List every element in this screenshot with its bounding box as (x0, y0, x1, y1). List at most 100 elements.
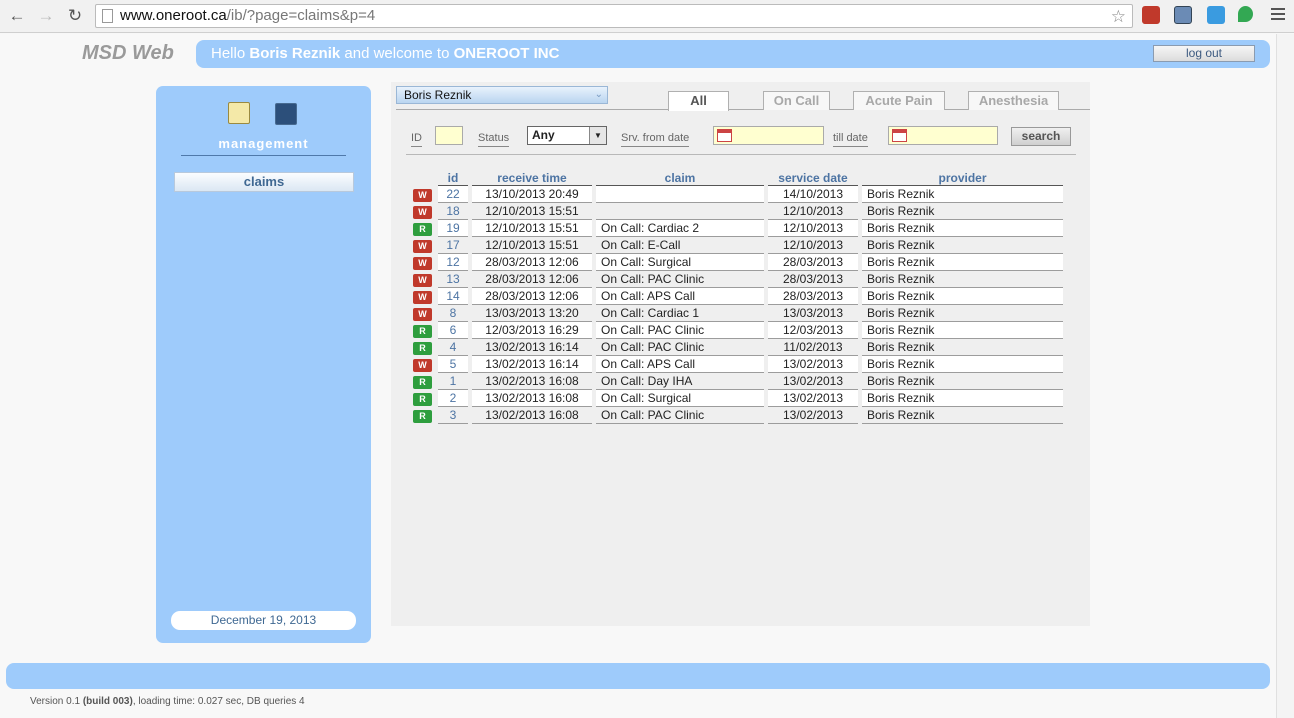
footer-version-text: Version 0.1 (build 003), loading time: 0… (30, 696, 305, 707)
table-row[interactable]: R 19 12/10/2013 15:51 On Call: Cardiac 2 12/… (413, 220, 1063, 237)
table-row[interactable]: W 14 28/03/2013 12:06 On Call: APS Call 28/0… (413, 288, 1063, 305)
claim-id-link[interactable]: 12 (438, 254, 468, 271)
logout-button[interactable]: log out (1153, 45, 1255, 62)
tab-anesthesia[interactable]: Anesthesia (968, 91, 1059, 110)
sidebar: management claims December 19, 2013 (156, 86, 371, 643)
user-select[interactable]: Boris Reznik ⌄ (396, 86, 608, 104)
tab-acute-pain[interactable]: Acute Pain (853, 91, 945, 110)
footer-version: Version 0.1 (30, 696, 83, 707)
page-scrollbar[interactable] (1276, 34, 1294, 718)
id-filter-input[interactable] (435, 126, 463, 145)
status-badge[interactable]: W (413, 359, 432, 372)
badge-column-header (413, 172, 434, 186)
status-badge[interactable]: W (413, 291, 432, 304)
reload-icon[interactable]: ↻ (64, 6, 86, 26)
extension-calendar-icon[interactable] (1174, 6, 1192, 24)
table-row[interactable]: W 18 12/10/2013 15:51 12/10/2013 Boris Rezni… (413, 203, 1063, 220)
badge-cell: W (413, 254, 434, 271)
browser-menu-icon[interactable] (1271, 8, 1285, 22)
calendar-icon[interactable] (717, 129, 732, 142)
forward-icon[interactable]: → (35, 6, 57, 26)
claim-id-link[interactable]: 22 (438, 186, 468, 203)
status-badge[interactable]: W (413, 240, 432, 253)
table-row[interactable]: W 17 12/10/2013 15:51 On Call: E-Call 12/10/… (413, 237, 1063, 254)
status-filter-value: Any (532, 128, 555, 142)
badge-cell: R (413, 390, 434, 407)
receive-time-cell: 12/03/2013 16:29 (472, 322, 592, 339)
till-date-label: till date (833, 132, 868, 147)
table-row[interactable]: R 3 13/02/2013 16:08 On Call: PAC Clinic 13/… (413, 407, 1063, 424)
service-date-cell: 12/10/2013 (768, 220, 858, 237)
status-badge[interactable]: W (413, 189, 432, 202)
service-date-cell: 28/03/2013 (768, 271, 858, 288)
claim-id-link[interactable]: 5 (438, 356, 468, 373)
receive-time-cell: 13/03/2013 13:20 (472, 305, 592, 322)
status-badge[interactable]: W (413, 308, 432, 321)
column-header-provider[interactable]: provider (862, 172, 1063, 186)
status-badge[interactable]: R (413, 376, 432, 389)
badge-cell: R (413, 322, 434, 339)
table-row[interactable]: R 2 13/02/2013 16:08 On Call: Surgical 13/02… (413, 390, 1063, 407)
table-row[interactable]: R 4 13/02/2013 16:14 On Call: PAC Clinic 11/… (413, 339, 1063, 356)
management-notepad-icon[interactable] (228, 102, 250, 124)
sidebar-item-claims[interactable]: claims (174, 172, 354, 192)
back-icon[interactable]: ← (6, 6, 28, 26)
extension-pin-icon[interactable] (1238, 6, 1253, 22)
page: MSD Web Hello Boris Reznik and welcome t… (0, 34, 1294, 718)
address-bar[interactable]: www.oneroot.ca/ib/?page=claims&p=4 ☆ (95, 4, 1133, 28)
column-header-service-date[interactable]: service date (768, 172, 858, 186)
table-row[interactable]: W 22 13/10/2013 20:49 14/10/2013 Boris Rezni… (413, 186, 1063, 203)
sidebar-section-label[interactable]: management (156, 136, 371, 151)
service-date-cell: 28/03/2013 (768, 288, 858, 305)
table-row[interactable]: R 1 13/02/2013 16:08 On Call: Day IHA 13/02/… (413, 373, 1063, 390)
table-row[interactable]: W 5 13/02/2013 16:14 On Call: APS Call 13/02… (413, 356, 1063, 373)
receive-time-cell: 13/10/2013 20:49 (472, 186, 592, 203)
service-from-date-input[interactable] (713, 126, 824, 145)
brand-title: MSD Web (82, 42, 174, 64)
extension-bookmark-icon[interactable] (1142, 6, 1160, 24)
table-row[interactable]: W 13 28/03/2013 12:06 On Call: PAC Clinic 28… (413, 271, 1063, 288)
status-badge[interactable]: R (413, 393, 432, 406)
receive-time-cell: 12/10/2013 15:51 (472, 203, 592, 220)
table-row[interactable]: W 8 13/03/2013 13:20 On Call: Cardiac 1 13/0… (413, 305, 1063, 322)
till-date-input[interactable] (888, 126, 998, 145)
user-select-value: Boris Reznik (404, 88, 472, 102)
claim-id-link[interactable]: 6 (438, 322, 468, 339)
badge-cell: W (413, 271, 434, 288)
service-from-date-label: Srv. from date (621, 132, 690, 147)
status-badge[interactable]: R (413, 410, 432, 423)
table-row[interactable]: R 6 12/03/2013 16:29 On Call: PAC Clinic 12/… (413, 322, 1063, 339)
column-header-id[interactable]: id (438, 172, 468, 186)
claim-id-link[interactable]: 18 (438, 203, 468, 220)
claim-id-link[interactable]: 19 (438, 220, 468, 237)
search-button[interactable]: search (1011, 127, 1071, 146)
column-header-claim[interactable]: claim (596, 172, 764, 186)
claim-id-link[interactable]: 13 (438, 271, 468, 288)
provider-cell: Boris Reznik (862, 373, 1063, 390)
claim-id-link[interactable]: 14 (438, 288, 468, 305)
tab-on-call[interactable]: On Call (763, 91, 830, 110)
status-filter-select[interactable]: Any ▼ (527, 126, 607, 145)
status-badge[interactable]: R (413, 325, 432, 338)
claim-id-link[interactable]: 8 (438, 305, 468, 322)
table-row[interactable]: W 12 28/03/2013 12:06 On Call: Surgical 28/0… (413, 254, 1063, 271)
tab-all[interactable]: All (668, 91, 729, 111)
status-badge[interactable]: W (413, 206, 432, 219)
claim-id-link[interactable]: 17 (438, 237, 468, 254)
receive-time-cell: 12/10/2013 15:51 (472, 220, 592, 237)
extension-media-icon[interactable] (1207, 6, 1225, 24)
column-header-receive-time[interactable]: receive time (472, 172, 592, 186)
monitor-chart-icon[interactable] (275, 103, 297, 125)
status-badge[interactable]: R (413, 342, 432, 355)
calendar-icon[interactable] (892, 129, 907, 142)
claim-id-link[interactable]: 3 (438, 407, 468, 424)
badge-cell: W (413, 203, 434, 220)
claim-cell: On Call: Surgical (596, 390, 764, 407)
bookmark-star-icon[interactable]: ☆ (1111, 6, 1126, 28)
status-badge[interactable]: W (413, 274, 432, 287)
status-badge[interactable]: W (413, 257, 432, 270)
status-badge[interactable]: R (413, 223, 432, 236)
claim-id-link[interactable]: 4 (438, 339, 468, 356)
claim-id-link[interactable]: 2 (438, 390, 468, 407)
claim-id-link[interactable]: 1 (438, 373, 468, 390)
